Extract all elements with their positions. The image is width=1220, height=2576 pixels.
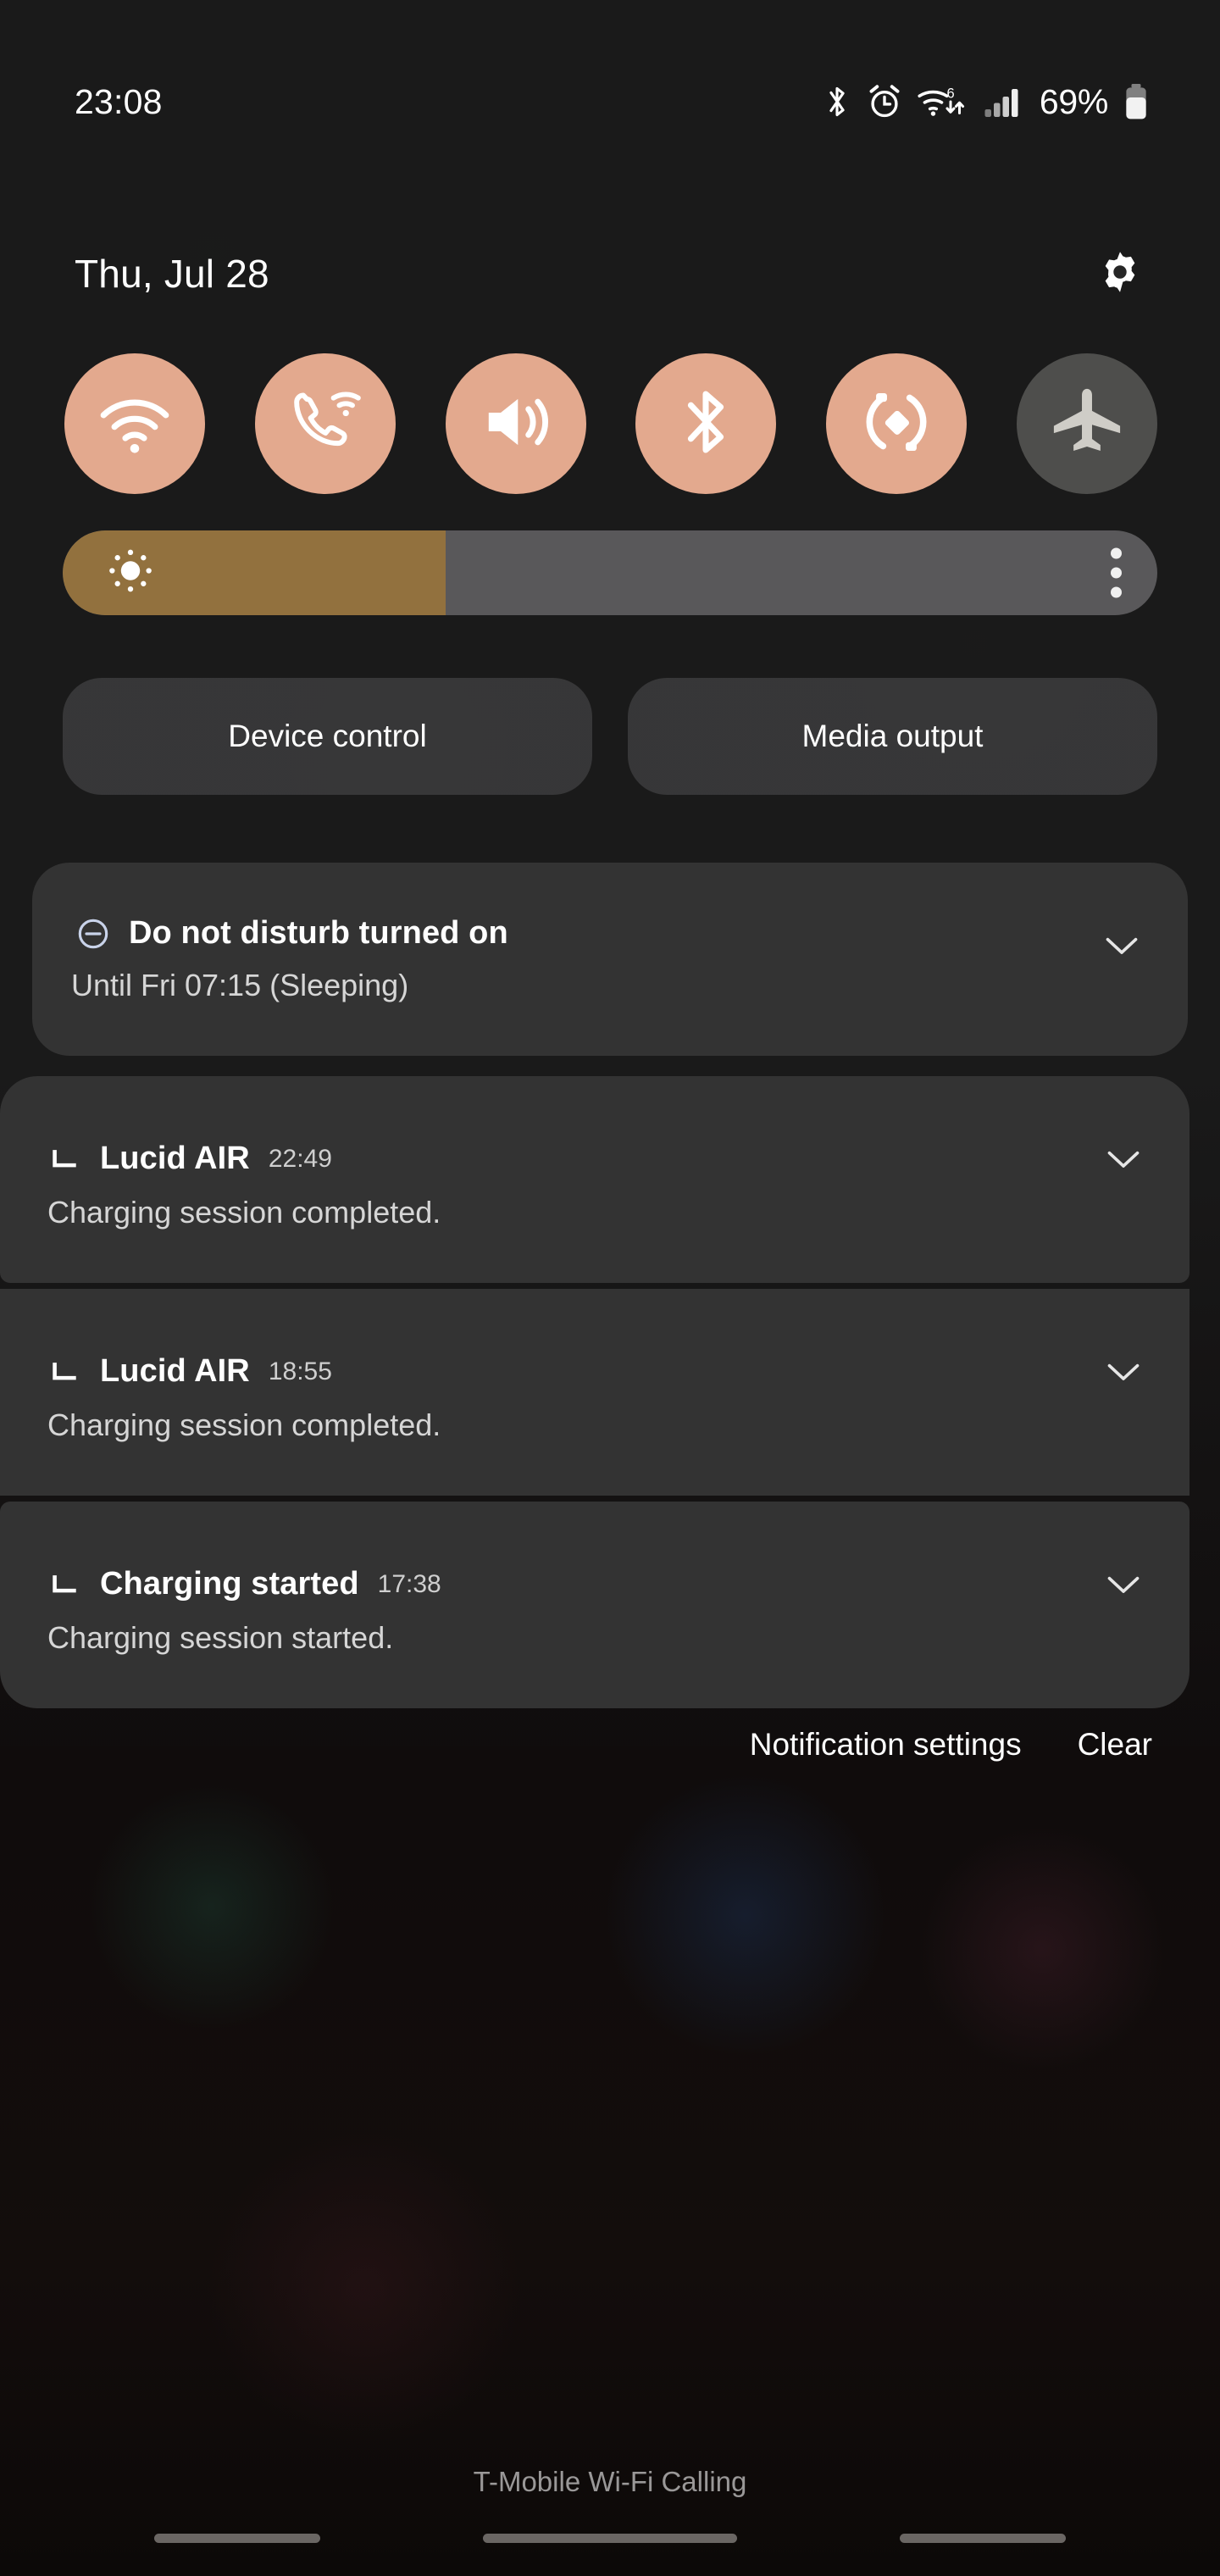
quick-toggle-wifi-calling[interactable]	[254, 353, 396, 494]
airplane-icon	[1048, 383, 1126, 465]
carrier-label: T-Mobile Wi-Fi Calling	[473, 2466, 747, 2497]
recents-pill[interactable]	[154, 2533, 320, 2543]
notification-footer: Notification settings Clear	[750, 1727, 1152, 1763]
brightness-sun-icon	[107, 547, 154, 599]
notification-item[interactable]: Charging started 17:38 Charging session …	[0, 1502, 1190, 1708]
quick-toggle-sound[interactable]	[445, 353, 586, 494]
quick-toggle-wifi[interactable]	[64, 353, 205, 494]
notification-group-lucid: Lucid AIR 22:49 Charging session complet…	[0, 1076, 1190, 1708]
status-bar-clock: 23:08	[75, 81, 163, 121]
notification-group-spacer	[0, 1056, 1220, 1076]
svg-text:6: 6	[946, 86, 954, 102]
notification-time: 18:55	[268, 1357, 332, 1385]
phone-wifi-icon	[285, 381, 366, 467]
settings-button[interactable]	[1091, 245, 1149, 303]
quick-toggle-airplane[interactable]	[1016, 353, 1157, 494]
notification-header: Lucid AIR 22:49	[47, 1141, 332, 1177]
clear-button[interactable]: Clear	[1078, 1727, 1152, 1763]
notification-title: Lucid AIR	[100, 1353, 250, 1389]
notification-title: Do not disturb turned on	[129, 915, 508, 951]
back-pill[interactable]	[900, 2533, 1066, 2543]
notification-list: Do not disturb turned on Until Fri 07:15…	[0, 863, 1220, 1708]
more-vertical-icon[interactable]	[1111, 547, 1122, 598]
signal-bars-icon	[984, 83, 1019, 120]
do-not-disturb-icon	[76, 917, 110, 951]
quick-settings-toggles	[64, 351, 1157, 497]
battery-icon	[1123, 83, 1149, 120]
notification-body: Charging session completed.	[47, 1407, 441, 1442]
brightness-track[interactable]	[63, 530, 1157, 615]
chevron-down-icon[interactable]	[1100, 924, 1144, 968]
media-output-button[interactable]: Media output	[628, 678, 1157, 795]
notification-item[interactable]: Lucid AIR 18:55 Charging session complet…	[0, 1289, 1190, 1496]
quick-toggle-auto-rotate[interactable]	[826, 353, 968, 494]
notification-header: Charging started 17:38	[47, 1566, 441, 1602]
notification-time: 17:38	[377, 1569, 441, 1598]
notification-time: 22:49	[268, 1144, 332, 1173]
battery-percentage: 69%	[1039, 81, 1108, 121]
notification-title: Lucid AIR	[100, 1141, 250, 1176]
shade-date-label: Thu, Jul 28	[75, 252, 269, 296]
notification-divider	[0, 1496, 1190, 1502]
lucid-app-icon	[47, 1355, 81, 1389]
home-pill[interactable]	[483, 2533, 737, 2543]
quick-toggle-bluetooth[interactable]	[635, 353, 777, 494]
notification-body: Until Fri 07:15 (Sleeping)	[71, 968, 409, 1002]
chevron-down-icon[interactable]	[1101, 1563, 1145, 1607]
navigation-bar	[0, 2500, 1220, 2576]
notification-title: Charging started	[100, 1566, 359, 1602]
notification-do-not-disturb[interactable]: Do not disturb turned on Until Fri 07:15…	[32, 863, 1188, 1056]
notification-body: Charging session completed.	[47, 1195, 441, 1230]
wifi-icon	[96, 383, 174, 465]
gear-icon	[1096, 248, 1144, 300]
notification-header: Do not disturb turned on	[76, 915, 508, 952]
chevron-down-icon[interactable]	[1101, 1350, 1145, 1394]
shortcut-row: Device control Media output	[63, 678, 1157, 795]
status-bar-icons: 6 69%	[823, 82, 1149, 122]
lucid-app-icon	[47, 1142, 81, 1176]
alarm-icon	[867, 83, 902, 120]
brightness-slider[interactable]	[63, 530, 1157, 615]
bluetooth-icon	[668, 385, 743, 464]
notification-item[interactable]: Lucid AIR 22:49 Charging session complet…	[0, 1076, 1190, 1283]
auto-rotate-icon	[857, 383, 935, 465]
notification-settings-button[interactable]: Notification settings	[750, 1727, 1022, 1763]
notification-body: Charging session started.	[47, 1620, 394, 1655]
shade-header: Thu, Jul 28	[0, 236, 1220, 312]
device-control-button[interactable]: Device control	[63, 678, 592, 795]
wifi-6-icon: 6	[918, 83, 968, 120]
status-bar: 23:08 6 69%	[0, 0, 1220, 203]
bluetooth-icon	[823, 83, 851, 120]
chevron-down-icon[interactable]	[1101, 1137, 1145, 1181]
speaker-icon	[477, 383, 555, 465]
notification-header: Lucid AIR 18:55	[47, 1353, 332, 1390]
lucid-app-icon	[47, 1568, 81, 1602]
notification-divider	[0, 1283, 1190, 1289]
